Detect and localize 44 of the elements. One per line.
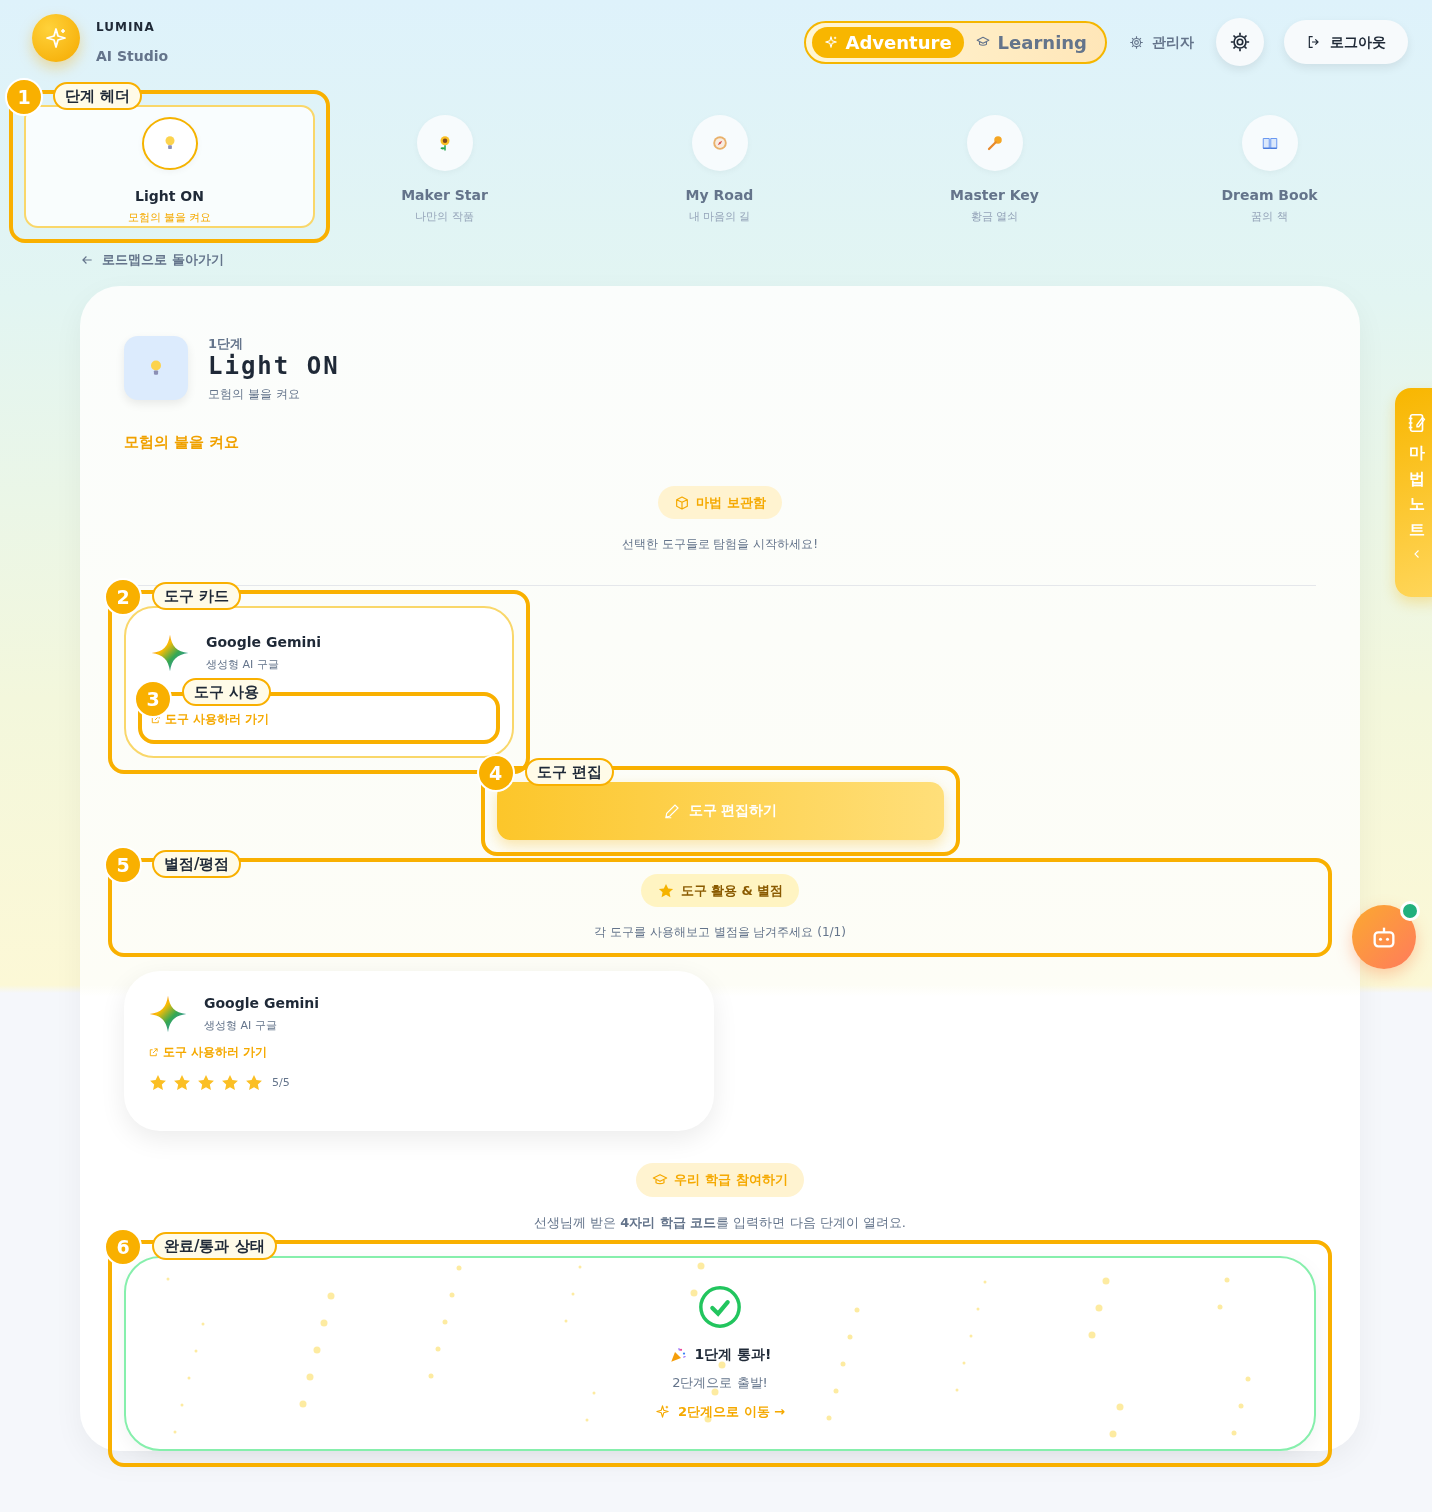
sparkle-icon [655, 1404, 670, 1420]
box-icon [674, 494, 691, 511]
completion-subtitle: 2단계으로 출발! [672, 1374, 768, 1393]
mission-title: 모험의 불을 켜요 [124, 432, 241, 454]
callout-label: 도구 카드 [152, 582, 242, 611]
tool-description: 생성형 AI 구글 [204, 1018, 278, 1035]
section-badge: 마법 보관함 [658, 485, 782, 520]
external-link-icon [148, 1046, 159, 1058]
sparkle-icon [44, 26, 68, 50]
section-hint: 각 도구를 사용해보고 별점을 남겨주세요 (1/1) [594, 924, 846, 942]
compass-icon [710, 134, 729, 152]
section-hint: 선택한 도구들로 탐험을 시작하세요! [621, 536, 819, 554]
back-link[interactable]: 로드맵으로 돌아가기 [80, 250, 224, 270]
notebook-icon [1406, 412, 1428, 434]
completion-title: 1단계 통과! [694, 1345, 772, 1365]
tool-description: 생성형 AI 구글 [206, 657, 280, 674]
graduation-cap-icon [975, 35, 990, 49]
stage-tab[interactable]: Master Key 황금 열쇠 [857, 105, 1132, 228]
stage-tab[interactable]: Light ON 모험의 불을 켜요 [24, 105, 315, 228]
sparkle-icon [823, 35, 838, 49]
section-hint: 선생님께 받은 4자리 학급 코드를 입력하면 다음 단계이 열려요. [533, 1213, 906, 1232]
stage-step: 1단계 [208, 333, 340, 353]
mode-tab[interactable]: Learning [963, 26, 1099, 58]
stage-tab[interactable]: My Road 내 마음의 길 [582, 105, 857, 228]
stage-subtitle: 모험의 불을 켜요 [208, 386, 301, 404]
stage-title: Light ON [208, 353, 340, 380]
logout-button[interactable]: 로그아웃 [1284, 20, 1408, 64]
tool-name: Google Gemini [206, 633, 322, 653]
tool-name: Google Gemini [204, 994, 320, 1014]
stage-tab[interactable]: Dream Book 꿈의 책 [1132, 105, 1407, 228]
key-icon [985, 134, 1004, 152]
party-popper-icon [668, 1345, 687, 1364]
settings-icon [1129, 34, 1144, 50]
callout-number: 1 [5, 78, 43, 116]
settings-button[interactable] [1216, 18, 1264, 66]
admin-link[interactable]: 관리자 [1123, 30, 1200, 54]
section-badge: 우리 학급 참여하기 [636, 1163, 804, 1197]
section-badge: 도구 활용 & 별점 [640, 873, 800, 908]
settings-icon [1229, 31, 1251, 53]
rating-score: 5/5 [272, 1074, 290, 1091]
callout-label: 완료/통과 상태 [152, 1232, 277, 1261]
brand-name: LUMINA [96, 19, 156, 36]
brand-subtitle: AI Studio [96, 47, 169, 66]
callout-label: 단계 헤더 [53, 82, 143, 110]
